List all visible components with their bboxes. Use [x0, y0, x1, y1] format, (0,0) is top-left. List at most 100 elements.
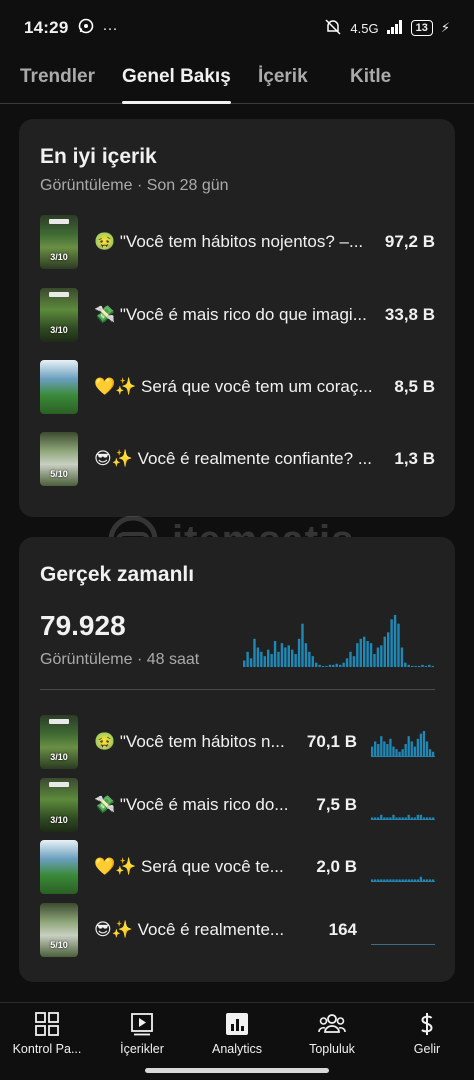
realtime-bar — [363, 636, 366, 667]
top-content-row[interactable]: 💛✨ Será que você tem um coraç... 8,5 B — [40, 360, 435, 414]
realtime-row[interactable]: 3/10 🤢 "Você tem hábitos n... 70,1 B — [40, 715, 435, 769]
realtime-bar — [356, 643, 359, 667]
sparkline-bar — [386, 744, 389, 757]
sparkline-bar — [404, 817, 407, 820]
sparkline-bar — [395, 749, 398, 757]
sparkline-bar — [380, 736, 383, 757]
realtime-bar — [308, 651, 311, 667]
sparkline-bar — [425, 879, 429, 882]
tab-content[interactable]: İçerik — [258, 56, 308, 104]
video-views: 33,8 B — [384, 305, 435, 324]
nav-label: İçerikler — [120, 1042, 164, 1056]
realtime-bar — [311, 656, 314, 667]
nav-earn[interactable]: Gelir — [380, 1003, 474, 1063]
sparkline-bar — [383, 741, 386, 757]
video-thumbnail: 3/10 — [40, 288, 78, 342]
realtime-bar — [431, 665, 434, 667]
sparkline-bar — [401, 879, 404, 882]
home-indicator[interactable] — [145, 1068, 329, 1073]
analytics-tabs: Trendler Genel Bakış İçerik Kitle — [0, 56, 474, 104]
sparkline-bar — [410, 817, 413, 820]
video-views: 8,5 B — [394, 377, 435, 396]
realtime-bar-chart — [243, 615, 434, 667]
sparkline-bar — [371, 746, 374, 757]
realtime-total: 79.928 — [40, 610, 126, 641]
content-icon — [131, 1013, 153, 1036]
top-content-row[interactable]: 3/10 💸 "Você é mais rico do que imagi...… — [40, 288, 435, 342]
video-views: 2,0 B — [316, 857, 357, 876]
tab-overview[interactable]: Genel Bakış — [122, 56, 231, 104]
realtime-bar — [256, 647, 260, 667]
sparkline-bar — [422, 731, 426, 757]
sparkline-bar — [410, 879, 413, 882]
sparkline-bar — [383, 879, 386, 882]
sparkline-bar — [392, 879, 395, 882]
video-title: 🤢 "Você tem hábitos nojentos? –... — [94, 232, 364, 251]
nav-dashboard[interactable]: Kontrol Pa... — [0, 1003, 94, 1063]
top-content-card: En iyi içerik Görüntüleme · Son 28 gün 3… — [19, 119, 455, 517]
sparkline-bar — [383, 817, 386, 820]
sparkline-bar — [419, 733, 423, 757]
realtime-bar — [335, 663, 338, 667]
nav-community[interactable]: Topluluk — [285, 1003, 379, 1063]
realtime-bar — [404, 662, 407, 667]
network-label: 4.5G — [350, 20, 379, 36]
realtime-bar — [387, 632, 390, 667]
realtime-bar — [369, 643, 373, 667]
divider — [40, 689, 435, 690]
realtime-bar — [291, 649, 294, 667]
video-thumbnail — [40, 360, 78, 414]
realtime-bar — [428, 664, 431, 667]
tab-audience[interactable]: Kitle — [350, 56, 391, 104]
sparkline-bar — [404, 879, 407, 882]
sparkline-bar — [425, 741, 429, 757]
realtime-bar — [376, 647, 380, 667]
top-content-row[interactable]: 3/10 🤢 "Você tem hábitos nojentos? –... … — [40, 215, 435, 269]
nav-label: Kontrol Pa... — [12, 1042, 82, 1056]
battery-icon: 13 — [410, 20, 433, 36]
nav-analytics[interactable]: Analytics — [190, 1003, 284, 1063]
realtime-bar — [411, 665, 414, 667]
realtime-bar — [301, 623, 304, 667]
sparkline-bar — [401, 817, 404, 820]
video-views: 7,5 B — [316, 795, 357, 814]
video-title: 💛✨ Será que você te... — [94, 857, 284, 876]
realtime-bar — [315, 662, 318, 667]
sparkline-bar — [389, 817, 392, 820]
realtime-bar — [352, 656, 356, 667]
realtime-bar — [339, 664, 342, 667]
card-title: Gerçek zamanlı — [40, 563, 195, 586]
sparkline-bar — [431, 817, 435, 820]
top-content-row[interactable]: 5/10 😎✨ Você é realmente confiante? ... … — [40, 432, 435, 486]
sparkline-bar — [398, 817, 401, 820]
whatsapp-icon — [78, 18, 94, 38]
sparkline-bar — [410, 741, 413, 757]
video-views: 70,1 B — [306, 732, 357, 751]
sparkline-bar — [377, 744, 380, 757]
sparkline-bar — [401, 749, 404, 757]
video-views: 1,3 B — [394, 449, 435, 468]
realtime-row[interactable]: 💛✨ Será que você te... 2,0 B — [40, 840, 435, 894]
video-thumbnail: 3/10 — [40, 215, 78, 269]
realtime-bar — [342, 662, 345, 667]
realtime-row[interactable]: 3/10 💸 "Você é mais rico do... 7,5 B — [40, 778, 435, 832]
video-title: 😎✨ Você é realmente confiante? ... — [94, 449, 372, 468]
sparkline-bar — [428, 749, 432, 757]
realtime-bar — [400, 647, 404, 667]
video-title: 💛✨ Será que você tem um coraç... — [94, 377, 373, 396]
realtime-bar — [273, 641, 277, 667]
realtime-bar — [297, 638, 301, 667]
realtime-row[interactable]: 5/10 😎✨ Você é realmente... 164 — [40, 903, 435, 957]
realtime-bar — [249, 658, 253, 667]
tab-trends[interactable]: Trendler — [20, 56, 95, 104]
sparkline-bar — [422, 879, 426, 882]
nav-content[interactable]: İçerikler — [95, 1003, 189, 1063]
video-thumbnail: 3/10 — [40, 715, 78, 769]
realtime-bar — [380, 645, 383, 667]
sparkline-bar — [416, 814, 419, 820]
sparkline-bar — [431, 879, 435, 882]
realtime-bar — [421, 664, 424, 667]
realtime-bar — [328, 664, 332, 667]
sparkline-bar — [386, 817, 389, 820]
sparkline-bar — [398, 751, 401, 757]
